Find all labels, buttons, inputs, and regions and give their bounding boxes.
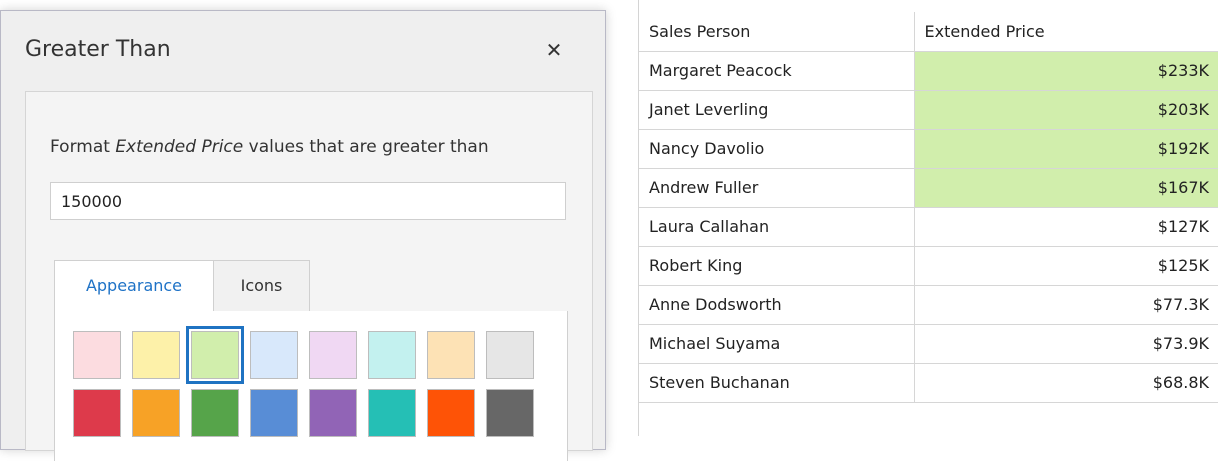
table-row[interactable]: Robert King $125K [639,245,1218,286]
color-swatch-deep-orange[interactable] [427,389,475,437]
tab-icons[interactable]: Icons [214,260,310,312]
greater-than-dialog: Greater Than ✕ Format Extended Price val… [0,10,606,461]
extended-price-cell[interactable]: $127K [913,206,1218,247]
sales-person-cell[interactable]: Michael Suyama [639,323,915,364]
condition-prompt: Format Extended Price values that are gr… [50,137,489,157]
sales-person-cell[interactable]: Robert King [639,245,915,286]
threshold-value-input[interactable] [50,182,566,220]
sales-person-cell[interactable]: Laura Callahan [639,206,915,247]
color-swatch-pale-red[interactable] [73,331,121,379]
color-swatch-green[interactable] [191,389,239,437]
dialog-header: Greater Than ✕ [1,11,605,89]
column-header-sales-person[interactable]: Sales Person [639,12,915,52]
color-swatch-gray[interactable] [486,389,534,437]
extended-price-cell[interactable]: $203K [913,89,1218,130]
grid-header-row: Sales Person Extended Price [639,12,1218,52]
color-swatch-pale-blue[interactable] [250,331,298,379]
color-swatch-teal[interactable] [368,389,416,437]
sales-person-cell[interactable]: Margaret Peacock [639,50,915,91]
color-swatch-grid [73,326,534,437]
prompt-suffix: values that are greater than [243,137,489,157]
sales-person-cell[interactable]: Janet Leverling [639,89,915,130]
tab-appearance[interactable]: Appearance [54,260,214,312]
dialog-title: Greater Than [25,37,171,62]
color-swatch-pale-purple[interactable] [309,331,357,379]
sales-person-cell[interactable]: Anne Dodsworth [639,284,915,325]
table-row[interactable]: Margaret Peacock $233K [639,50,1218,91]
column-header-extended-price[interactable]: Extended Price [913,12,1218,52]
appearance-panel [54,311,568,461]
color-swatch-purple[interactable] [309,389,357,437]
table-row[interactable]: Steven Buchanan $68.8K [639,362,1218,403]
color-swatch-blue[interactable] [250,389,298,437]
extended-price-cell[interactable]: $167K [913,167,1218,208]
extended-price-cell[interactable]: $192K [913,128,1218,169]
sales-person-cell[interactable]: Nancy Davolio [639,128,915,169]
extended-price-cell[interactable]: $233K [913,50,1218,91]
table-row[interactable]: Nancy Davolio $192K [639,128,1218,169]
table-row[interactable]: Janet Leverling $203K [639,89,1218,130]
prompt-field-name: Extended Price [115,137,244,157]
color-swatch-pale-green[interactable] [186,326,244,384]
table-row[interactable]: Andrew Fuller $167K [639,167,1218,208]
table-row[interactable]: Laura Callahan $127K [639,206,1218,247]
color-swatch-pale-yellow[interactable] [132,331,180,379]
color-swatch-pale-cyan[interactable] [368,331,416,379]
sales-person-cell[interactable]: Andrew Fuller [639,167,915,208]
color-swatch-pale-gray[interactable] [486,331,534,379]
extended-price-cell[interactable]: $77.3K [913,284,1218,325]
sales-grid-panel: Sales Person Extended Price Margaret Pea… [638,0,1218,436]
color-swatch-pale-orange[interactable] [427,331,475,379]
extended-price-cell[interactable]: $125K [913,245,1218,286]
format-tabs: Appearance Icons [54,260,568,312]
table-row[interactable]: Anne Dodsworth $77.3K [639,284,1218,325]
prompt-prefix: Format [50,137,116,157]
extended-price-cell[interactable]: $68.8K [913,362,1218,403]
close-icon[interactable]: ✕ [541,37,567,63]
table-row[interactable]: Michael Suyama $73.9K [639,323,1218,364]
extended-price-cell[interactable]: $73.9K [913,323,1218,364]
color-swatch-orange[interactable] [132,389,180,437]
sales-person-cell[interactable]: Steven Buchanan [639,362,915,403]
sales-grid: Sales Person Extended Price Margaret Pea… [639,12,1218,403]
dialog-body: Format Extended Price values that are gr… [25,91,593,461]
color-swatch-red[interactable] [73,389,121,437]
